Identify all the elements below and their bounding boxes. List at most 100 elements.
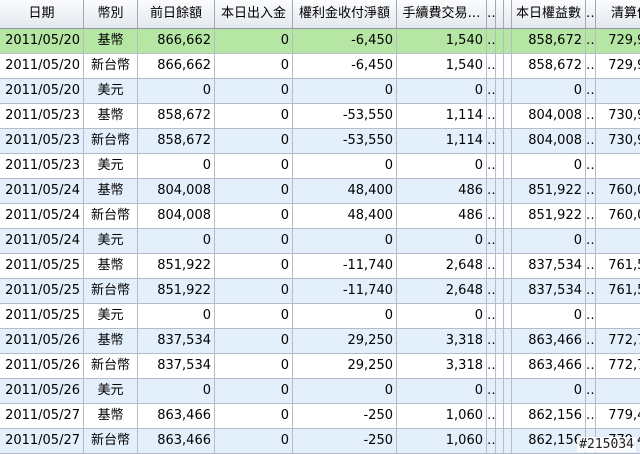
cell-narrow-3[interactable] <box>504 179 512 203</box>
cell-currency[interactable]: 基幣 <box>84 404 138 428</box>
cell-in-out[interactable]: 0 <box>215 279 293 303</box>
column-header-clearing[interactable]: 清算值 <box>596 0 640 28</box>
cell-clearing[interactable]: 779,456 <box>596 404 640 428</box>
cell-prev-balance[interactable]: 0 <box>138 229 215 253</box>
column-header-narrow-1[interactable]: … <box>487 0 496 28</box>
cell-narrow-2[interactable] <box>496 429 504 453</box>
cell-equity[interactable]: 837,534 <box>512 279 586 303</box>
table-row[interactable]: 2011/05/26基幣837,534029,2503,318…863,466…… <box>0 329 640 354</box>
cell-clearing[interactable]: 761,534 <box>596 279 640 303</box>
cell-in-out[interactable]: 0 <box>215 429 293 453</box>
cell-premium-net[interactable]: 29,250 <box>293 329 397 353</box>
cell-premium-net[interactable]: 48,400 <box>293 204 397 228</box>
cell-date[interactable]: 2011/05/24 <box>0 179 84 203</box>
table-row[interactable]: 2011/05/24新台幣804,008048,400486…851,922…7… <box>0 204 640 229</box>
cell-narrow-1[interactable]: … <box>487 229 496 253</box>
cell-equity[interactable]: 0 <box>512 79 586 103</box>
cell-equity[interactable]: 0 <box>512 229 586 253</box>
cell-in-out[interactable]: 0 <box>215 404 293 428</box>
cell-premium-net[interactable]: 0 <box>293 79 397 103</box>
cell-narrow-4[interactable]: … <box>586 379 596 403</box>
cell-in-out[interactable]: 0 <box>215 379 293 403</box>
cell-premium-net[interactable]: -11,740 <box>293 254 397 278</box>
table-row[interactable]: 2011/05/23美元0000…0…0… <box>0 154 640 179</box>
cell-narrow-1[interactable]: … <box>487 254 496 278</box>
cell-currency[interactable]: 美元 <box>84 154 138 178</box>
cell-narrow-4[interactable]: … <box>586 54 596 78</box>
cell-narrow-1[interactable]: … <box>487 379 496 403</box>
cell-narrow-2[interactable] <box>496 204 504 228</box>
cell-premium-net[interactable]: 0 <box>293 304 397 328</box>
cell-date[interactable]: 2011/05/20 <box>0 29 84 53</box>
cell-in-out[interactable]: 0 <box>215 154 293 178</box>
cell-fee[interactable]: 0 <box>397 379 487 403</box>
cell-date[interactable]: 2011/05/24 <box>0 204 84 228</box>
cell-currency[interactable]: 新台幣 <box>84 429 138 453</box>
column-header-currency[interactable]: 幣別 <box>84 0 138 28</box>
cell-narrow-2[interactable] <box>496 179 504 203</box>
cell-premium-net[interactable]: -250 <box>293 404 397 428</box>
cell-fee[interactable]: 3,318 <box>397 329 487 353</box>
cell-premium-net[interactable]: -53,550 <box>293 129 397 153</box>
table-row[interactable]: 2011/05/20美元0000…0…0… <box>0 79 640 104</box>
cell-fee[interactable]: 1,540 <box>397 29 487 53</box>
cell-currency[interactable]: 基幣 <box>84 329 138 353</box>
cell-currency[interactable]: 新台幣 <box>84 129 138 153</box>
cell-narrow-1[interactable]: … <box>487 104 496 128</box>
cell-equity[interactable]: 858,672 <box>512 29 586 53</box>
cell-prev-balance[interactable]: 0 <box>138 79 215 103</box>
cell-narrow-4[interactable]: … <box>586 29 596 53</box>
cell-currency[interactable]: 基幣 <box>84 29 138 53</box>
cell-narrow-2[interactable] <box>496 379 504 403</box>
cell-narrow-1[interactable]: … <box>487 154 496 178</box>
column-header-premium-net[interactable]: 權利金收付淨額 <box>293 0 397 28</box>
cell-currency[interactable]: 美元 <box>84 379 138 403</box>
cell-currency[interactable]: 新台幣 <box>84 354 138 378</box>
cell-clearing[interactable]: 760,082 <box>596 179 640 203</box>
cell-narrow-3[interactable] <box>504 129 512 153</box>
cell-prev-balance[interactable]: 863,466 <box>138 429 215 453</box>
cell-narrow-1[interactable]: … <box>487 179 496 203</box>
cell-equity[interactable]: 0 <box>512 379 586 403</box>
cell-equity[interactable]: 851,922 <box>512 204 586 228</box>
cell-date[interactable]: 2011/05/25 <box>0 254 84 278</box>
cell-narrow-2[interactable] <box>496 329 504 353</box>
cell-in-out[interactable]: 0 <box>215 329 293 353</box>
cell-currency[interactable]: 美元 <box>84 304 138 328</box>
table-row[interactable]: 2011/05/23新台幣858,6720-53,5501,114…804,00… <box>0 129 640 154</box>
cell-narrow-1[interactable]: … <box>487 29 496 53</box>
cell-narrow-4[interactable]: … <box>586 104 596 128</box>
cell-prev-balance[interactable]: 804,008 <box>138 179 215 203</box>
cell-narrow-2[interactable] <box>496 104 504 128</box>
table-row[interactable]: 2011/05/25美元0000…0…0… <box>0 304 640 329</box>
cell-date[interactable]: 2011/05/27 <box>0 429 84 453</box>
cell-date[interactable]: 2011/05/23 <box>0 154 84 178</box>
cell-narrow-3[interactable] <box>504 329 512 353</box>
cell-fee[interactable]: 0 <box>397 304 487 328</box>
cell-date[interactable]: 2011/05/25 <box>0 279 84 303</box>
cell-fee[interactable]: 2,648 <box>397 254 487 278</box>
cell-fee[interactable]: 3,318 <box>397 354 487 378</box>
column-header-date[interactable]: 日期 <box>0 0 84 28</box>
cell-narrow-4[interactable]: … <box>586 154 596 178</box>
cell-in-out[interactable]: 0 <box>215 54 293 78</box>
cell-date[interactable]: 2011/05/26 <box>0 329 84 353</box>
cell-narrow-1[interactable]: … <box>487 354 496 378</box>
cell-premium-net[interactable]: -6,450 <box>293 29 397 53</box>
cell-prev-balance[interactable]: 858,672 <box>138 104 215 128</box>
cell-narrow-4[interactable]: … <box>586 304 596 328</box>
cell-narrow-2[interactable] <box>496 129 504 153</box>
cell-date[interactable]: 2011/05/24 <box>0 229 84 253</box>
cell-prev-balance[interactable]: 858,672 <box>138 129 215 153</box>
column-header-narrow-2[interactable] <box>496 0 504 28</box>
cell-in-out[interactable]: 0 <box>215 354 293 378</box>
cell-narrow-1[interactable]: … <box>487 79 496 103</box>
cell-prev-balance[interactable]: 851,922 <box>138 254 215 278</box>
cell-currency[interactable]: 美元 <box>84 229 138 253</box>
cell-in-out[interactable]: 0 <box>215 204 293 228</box>
cell-narrow-1[interactable]: … <box>487 129 496 153</box>
cell-narrow-2[interactable] <box>496 154 504 178</box>
cell-prev-balance[interactable]: 851,922 <box>138 279 215 303</box>
cell-prev-balance[interactable]: 866,662 <box>138 54 215 78</box>
cell-clearing[interactable]: 761,534 <box>596 254 640 278</box>
